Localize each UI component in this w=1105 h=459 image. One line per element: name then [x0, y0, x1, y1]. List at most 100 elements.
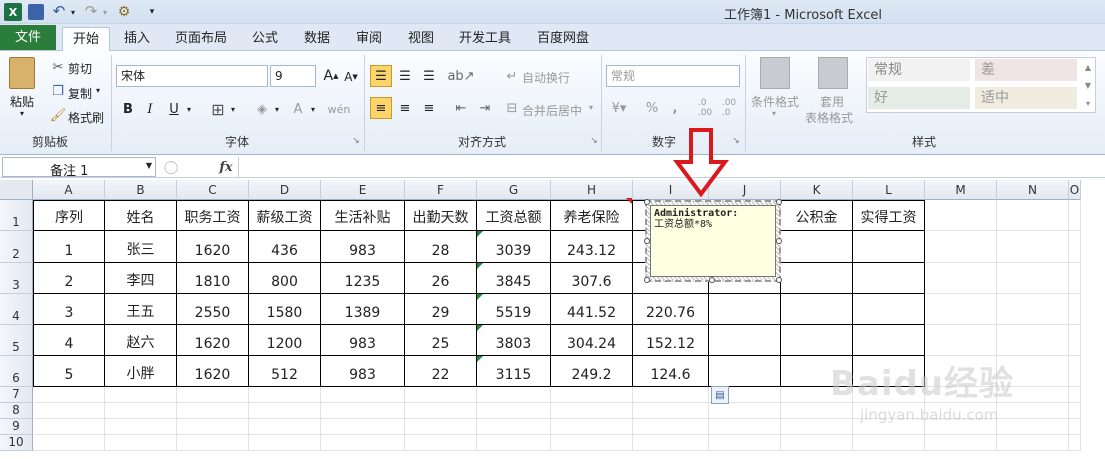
formula-bar-expand-icon[interactable]: ◯ — [162, 159, 180, 175]
cell-G2[interactable]: 3039 — [477, 231, 551, 263]
cell-J9[interactable] — [709, 419, 781, 435]
cell-L2[interactable] — [853, 231, 925, 263]
border-icon[interactable]: ⊞ — [208, 99, 228, 119]
font-color-dropdown-icon[interactable]: ▾ — [308, 101, 318, 117]
column-header-E[interactable]: E — [321, 180, 405, 200]
cell-B7[interactable] — [105, 387, 177, 403]
resize-handle-ml[interactable] — [644, 238, 650, 244]
cell-F3[interactable]: 26 — [405, 263, 477, 294]
cell-C5[interactable]: 1620 — [177, 325, 249, 356]
cell-O5[interactable] — [1069, 325, 1081, 356]
cell-H2[interactable]: 243.12 — [551, 231, 633, 263]
cell-H6[interactable]: 249.2 — [551, 356, 633, 387]
comment-body[interactable]: Administrator: 工资总额*8% — [650, 205, 776, 277]
formula-input[interactable] — [238, 157, 1104, 177]
save-icon[interactable] — [28, 4, 44, 20]
orientation-icon[interactable]: ab↗ — [447, 65, 474, 87]
cell-A7[interactable] — [33, 387, 105, 403]
cell-B5[interactable]: 赵六 — [105, 325, 177, 356]
row-header-6[interactable]: 6 — [0, 356, 33, 387]
shrink-font-icon[interactable]: A ▼ — [342, 67, 360, 87]
align-middle-icon[interactable]: ☰ — [394, 65, 416, 87]
cell-O4[interactable] — [1069, 294, 1081, 325]
cell-M5[interactable] — [925, 325, 997, 356]
resize-handle-bm[interactable] — [709, 277, 715, 283]
cell-F8[interactable] — [405, 403, 477, 419]
currency-icon[interactable]: ¥▾ — [608, 97, 630, 119]
cell-N5[interactable] — [997, 325, 1069, 356]
cell-C6[interactable]: 1620 — [177, 356, 249, 387]
cell-C8[interactable] — [177, 403, 249, 419]
tab-formulas[interactable]: 公式 — [242, 27, 288, 51]
column-header-C[interactable]: C — [177, 180, 249, 200]
align-right-icon[interactable]: ≡ — [418, 97, 440, 119]
resize-handle-br[interactable] — [776, 277, 782, 283]
cell-E1[interactable]: 生活补贴 — [321, 200, 405, 231]
row-header-5[interactable]: 5 — [0, 325, 33, 356]
quick-access-tool-icon[interactable]: ⚙ — [114, 3, 134, 21]
gallery-scroll-down-icon[interactable]: ▼ — [1082, 77, 1094, 93]
cell-O3[interactable] — [1069, 263, 1081, 294]
row-header-8[interactable]: 8 — [0, 403, 33, 419]
cell-J8[interactable] — [709, 403, 781, 419]
cell-E6[interactable]: 983 — [321, 356, 405, 387]
cell-F9[interactable] — [405, 419, 477, 435]
cell-H9[interactable] — [551, 419, 633, 435]
cell-C2[interactable]: 1620 — [177, 231, 249, 263]
cell-D7[interactable] — [249, 387, 321, 403]
cell-B10[interactable] — [105, 435, 177, 451]
name-box-dropdown-icon[interactable]: ▼ — [146, 161, 152, 170]
cell-J10[interactable] — [709, 435, 781, 451]
tab-developer[interactable]: 开发工具 — [452, 27, 518, 51]
cell-C9[interactable] — [177, 419, 249, 435]
cell-H10[interactable] — [551, 435, 633, 451]
column-header-H[interactable]: H — [551, 180, 633, 200]
cell-N10[interactable] — [997, 435, 1069, 451]
cell-K2[interactable] — [781, 231, 853, 263]
cell-F7[interactable] — [405, 387, 477, 403]
redo-icon[interactable]: ↷ — [82, 2, 100, 20]
tab-data[interactable]: 数据 — [294, 27, 340, 51]
cell-L10[interactable] — [853, 435, 925, 451]
wrap-text-button[interactable]: 自动换行 — [522, 69, 570, 86]
cell-D10[interactable] — [249, 435, 321, 451]
cell-G4[interactable]: 5519 — [477, 294, 551, 325]
row-header-9[interactable]: 9 — [0, 419, 33, 435]
cell-K4[interactable] — [781, 294, 853, 325]
underline-dropdown-icon[interactable]: ▾ — [184, 101, 194, 117]
cell-B3[interactable]: 李四 — [105, 263, 177, 294]
resize-handle-mr[interactable] — [776, 238, 782, 244]
cell-G6[interactable]: 3115 — [477, 356, 551, 387]
merge-center-button[interactable]: 合并后居中 — [522, 102, 582, 119]
number-format-select[interactable]: 常规 — [606, 65, 740, 87]
column-header-A[interactable]: A — [33, 180, 105, 200]
cell-G1[interactable]: 工资总额 — [477, 200, 551, 231]
cell-E2[interactable]: 983 — [321, 231, 405, 263]
copy-icon[interactable]: ❐ — [50, 83, 66, 99]
row-header-10[interactable]: 10 — [0, 435, 33, 451]
cell-M1[interactable] — [925, 200, 997, 231]
format-painter-icon[interactable]: 🖌 — [50, 107, 67, 123]
fill-color-dropdown-icon[interactable]: ▾ — [272, 101, 282, 117]
cell-E9[interactable] — [321, 419, 405, 435]
format-painter-button[interactable]: 格式刷 — [68, 109, 104, 126]
fill-color-icon[interactable]: ◈ — [252, 99, 272, 119]
percent-icon[interactable]: % — [642, 97, 662, 119]
cell-I5[interactable]: 152.12 — [633, 325, 709, 356]
cell-I4[interactable]: 220.76 — [633, 294, 709, 325]
paste-button[interactable]: 粘贴 — [10, 93, 34, 110]
cell-F2[interactable]: 28 — [405, 231, 477, 263]
cell-D3[interactable]: 800 — [249, 263, 321, 294]
cell-A9[interactable] — [33, 419, 105, 435]
cell-B4[interactable]: 王五 — [105, 294, 177, 325]
align-top-icon[interactable]: ☰ — [370, 65, 392, 87]
cell-G9[interactable] — [477, 419, 551, 435]
font-name-select[interactable]: 宋体 — [116, 65, 268, 87]
align-center-icon[interactable]: ≡ — [394, 97, 416, 119]
column-header-D[interactable]: D — [249, 180, 321, 200]
resize-handle-bl[interactable] — [644, 277, 650, 283]
resize-handle-tl[interactable] — [644, 199, 650, 205]
wrap-text-icon[interactable]: ↵ — [504, 65, 520, 87]
cell-F5[interactable]: 25 — [405, 325, 477, 356]
cell-E4[interactable]: 1389 — [321, 294, 405, 325]
